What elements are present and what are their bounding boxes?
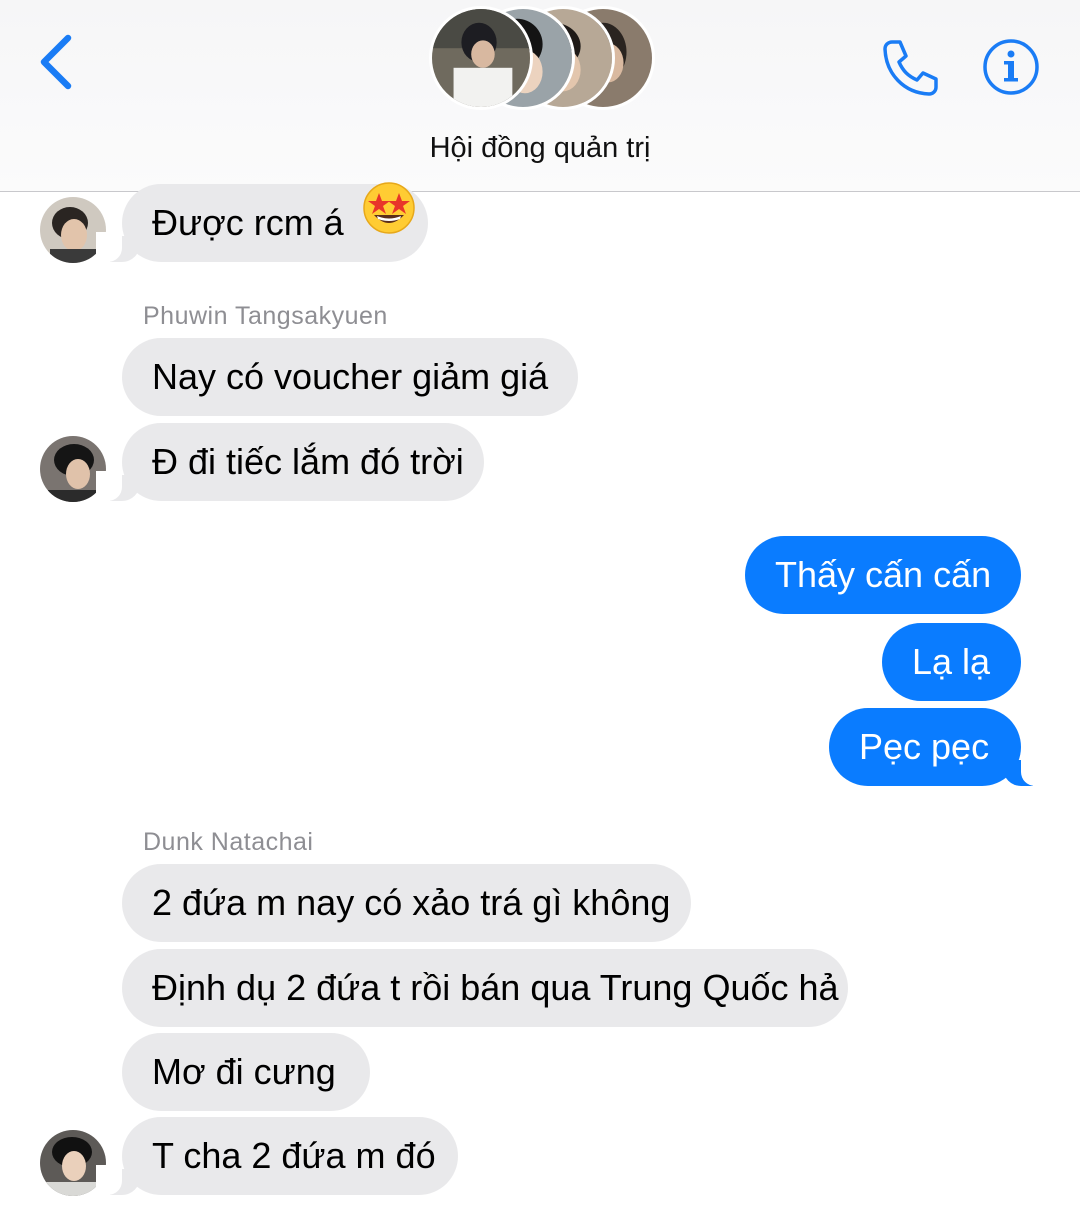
message-bubble-outgoing[interactable]: Thấy cấn cấn: [745, 536, 1021, 614]
phone-icon: [883, 40, 938, 96]
message-text: Pẹc pẹc: [859, 726, 990, 767]
message-bubble-incoming[interactable]: Nay có voucher giảm giá: [122, 338, 578, 416]
message-text: Lạ lạ: [912, 641, 991, 682]
info-icon: [983, 39, 1039, 95]
message-text: Đ đi tiếc lắm đó trời: [152, 441, 464, 482]
back-button[interactable]: [34, 30, 78, 94]
message-bubble-incoming[interactable]: Đ đi tiếc lắm đó trời: [96, 423, 484, 501]
message-text: T cha 2 đứa m đó: [152, 1135, 436, 1176]
info-button[interactable]: [982, 38, 1040, 96]
message-text: Định dụ 2 đứa t rồi bán qua Trung Quốc h…: [152, 967, 839, 1008]
message-bubble-outgoing[interactable]: Lạ lạ: [882, 623, 1021, 701]
call-button[interactable]: [878, 36, 942, 100]
message-text: Được rcm á: [152, 202, 344, 243]
member-avatar: [429, 6, 533, 110]
conversation-title[interactable]: Hội đồng quản trị: [0, 132, 1080, 165]
message-text: 2 đứa m nay có xảo trá gì không: [152, 882, 671, 923]
message-text: Nay có voucher giảm giá: [152, 356, 549, 397]
message-bubble-incoming[interactable]: 2 đứa m nay có xảo trá gì không: [122, 864, 691, 942]
message-bubble-incoming[interactable]: Được rcm á: [96, 181, 428, 262]
message-text: Thấy cấn cấn: [775, 554, 992, 595]
message-text: Mơ đi cưng: [152, 1051, 336, 1092]
star-struck-emoji-icon: [362, 181, 416, 262]
sender-name: Dunk Natachai: [143, 828, 314, 856]
message-bubble-incoming[interactable]: Định dụ 2 đứa t rồi bán qua Trung Quốc h…: [122, 949, 848, 1027]
conversation-header: Hội đồng quản trị: [0, 0, 1080, 192]
chevron-left-icon: [40, 34, 72, 90]
sender-name: Phuwin Tangsakyuen: [143, 302, 388, 330]
message-bubble-incoming[interactable]: T cha 2 đứa m đó: [96, 1117, 458, 1195]
message-bubble-incoming[interactable]: Mơ đi cưng: [122, 1033, 370, 1111]
group-avatar-stack[interactable]: [425, 6, 655, 116]
message-bubble-outgoing[interactable]: Pẹc pẹc: [829, 708, 1047, 786]
